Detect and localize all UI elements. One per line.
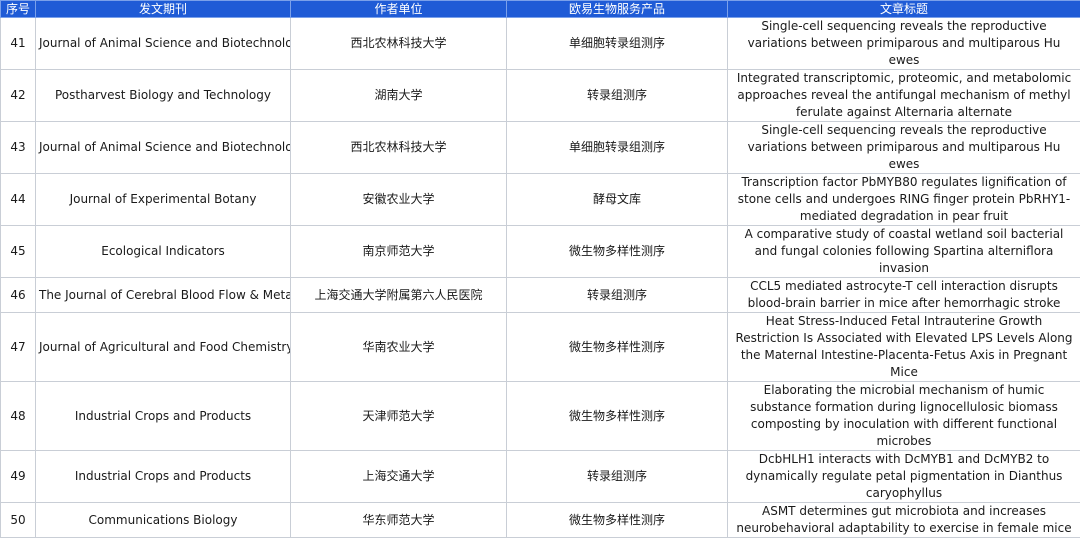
cell-journal: Journal of Agricultural and Food Chemist… xyxy=(36,313,291,382)
cell-product: 转录组测序 xyxy=(507,451,728,503)
cell-no: 41 xyxy=(1,18,36,70)
cell-product: 微生物多样性测序 xyxy=(507,503,728,538)
publications-table: 序号 发文期刊 作者单位 欧易生物服务产品 文章标题 41Journal of … xyxy=(0,0,1080,538)
cell-unit: 华南农业大学 xyxy=(291,313,507,382)
cell-unit: 西北农林科技大学 xyxy=(291,122,507,174)
cell-no: 49 xyxy=(1,451,36,503)
table-row: 44Journal of Experimental Botany安徽农业大学酵母… xyxy=(1,174,1080,226)
cell-journal: Industrial Crops and Products xyxy=(36,451,291,503)
cell-no: 50 xyxy=(1,503,36,538)
cell-title: Single-cell sequencing reveals the repro… xyxy=(728,18,1080,70)
cell-title: Elaborating the microbial mechanism of h… xyxy=(728,382,1080,451)
cell-journal: Journal of Animal Science and Biotechnol… xyxy=(36,18,291,70)
cell-product: 转录组测序 xyxy=(507,70,728,122)
cell-product: 转录组测序 xyxy=(507,278,728,313)
header-unit: 作者单位 xyxy=(291,1,507,18)
cell-title: A comparative study of coastal wetland s… xyxy=(728,226,1080,278)
cell-unit: 湖南大学 xyxy=(291,70,507,122)
cell-product: 酵母文库 xyxy=(507,174,728,226)
cell-unit: 华东师范大学 xyxy=(291,503,507,538)
cell-title: DcbHLH1 interacts with DcMYB1 and DcMYB2… xyxy=(728,451,1080,503)
cell-no: 48 xyxy=(1,382,36,451)
cell-no: 47 xyxy=(1,313,36,382)
cell-unit: 天津师范大学 xyxy=(291,382,507,451)
cell-product: 微生物多样性测序 xyxy=(507,226,728,278)
cell-product: 单细胞转录组测序 xyxy=(507,122,728,174)
header-title: 文章标题 xyxy=(728,1,1080,18)
cell-unit: 上海交通大学 xyxy=(291,451,507,503)
cell-unit: 南京师范大学 xyxy=(291,226,507,278)
cell-journal: Journal of Experimental Botany xyxy=(36,174,291,226)
cell-journal: Postharvest Biology and Technology xyxy=(36,70,291,122)
table-row: 49Industrial Crops and Products上海交通大学转录组… xyxy=(1,451,1080,503)
table-row: 46The Journal of Cerebral Blood Flow & M… xyxy=(1,278,1080,313)
cell-journal: Ecological Indicators xyxy=(36,226,291,278)
table-row: 43Journal of Animal Science and Biotechn… xyxy=(1,122,1080,174)
table-row: 48Industrial Crops and Products天津师范大学微生物… xyxy=(1,382,1080,451)
cell-title: Heat Stress-Induced Fetal Intrauterine G… xyxy=(728,313,1080,382)
cell-product: 微生物多样性测序 xyxy=(507,382,728,451)
cell-no: 45 xyxy=(1,226,36,278)
cell-title: Transcription factor PbMYB80 regulates l… xyxy=(728,174,1080,226)
cell-title: Single-cell sequencing reveals the repro… xyxy=(728,122,1080,174)
table-row: 41Journal of Animal Science and Biotechn… xyxy=(1,18,1080,70)
cell-no: 46 xyxy=(1,278,36,313)
table-row: 42Postharvest Biology and Technology湖南大学… xyxy=(1,70,1080,122)
cell-product: 微生物多样性测序 xyxy=(507,313,728,382)
header-journal: 发文期刊 xyxy=(36,1,291,18)
cell-unit: 上海交通大学附属第六人民医院 xyxy=(291,278,507,313)
cell-unit: 西北农林科技大学 xyxy=(291,18,507,70)
cell-product: 单细胞转录组测序 xyxy=(507,18,728,70)
header-product: 欧易生物服务产品 xyxy=(507,1,728,18)
cell-title: Integrated transcriptomic, proteomic, an… xyxy=(728,70,1080,122)
cell-no: 42 xyxy=(1,70,36,122)
cell-title: CCL5 mediated astrocyte-T cell interacti… xyxy=(728,278,1080,313)
cell-journal: Communications Biology xyxy=(36,503,291,538)
cell-journal: Industrial Crops and Products xyxy=(36,382,291,451)
cell-journal: Journal of Animal Science and Biotechnol… xyxy=(36,122,291,174)
cell-no: 43 xyxy=(1,122,36,174)
cell-title: ASMT determines gut microbiota and incre… xyxy=(728,503,1080,538)
table-row: 50Communications Biology华东师范大学微生物多样性测序AS… xyxy=(1,503,1080,538)
table-row: 45Ecological Indicators南京师范大学微生物多样性测序A c… xyxy=(1,226,1080,278)
header-no: 序号 xyxy=(1,1,36,18)
cell-journal: The Journal of Cerebral Blood Flow & Met… xyxy=(36,278,291,313)
table-row: 47Journal of Agricultural and Food Chemi… xyxy=(1,313,1080,382)
cell-unit: 安徽农业大学 xyxy=(291,174,507,226)
header-row: 序号 发文期刊 作者单位 欧易生物服务产品 文章标题 xyxy=(1,1,1080,18)
cell-no: 44 xyxy=(1,174,36,226)
